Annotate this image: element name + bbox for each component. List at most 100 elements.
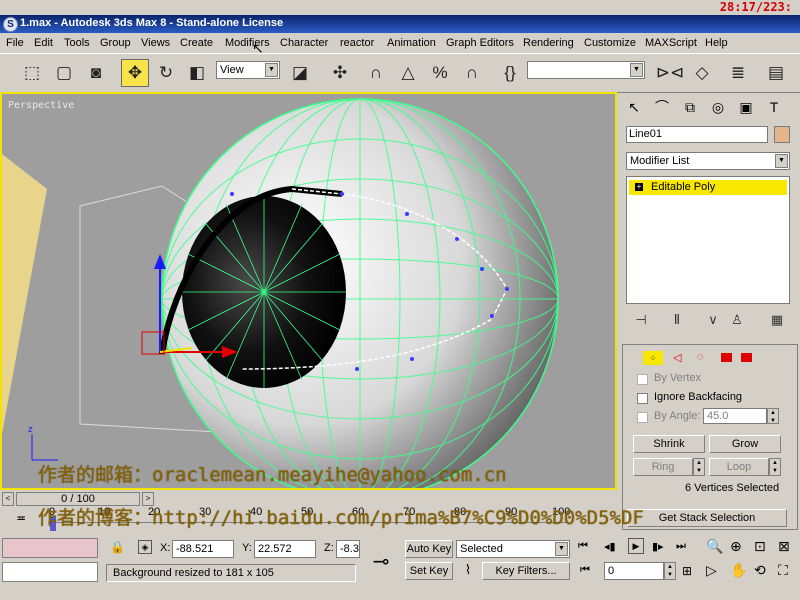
edge-mode-icon[interactable]: ◁ — [673, 351, 681, 364]
ring-button[interactable]: Ring — [633, 458, 693, 476]
app-icon[interactable]: S — [3, 17, 18, 32]
loop-spinner[interactable]: ▲ ▼ — [769, 458, 781, 476]
modify-tab-icon[interactable]: ⌒ — [650, 96, 674, 118]
select-region-icon[interactable]: ▢ — [50, 59, 78, 87]
ring-spinner[interactable]: ▲ ▼ — [693, 458, 705, 476]
hierarchy-tab-icon[interactable]: ⧉ — [678, 96, 702, 118]
menu-character[interactable]: Character — [280, 37, 328, 49]
angle-snap-icon[interactable]: △ — [394, 59, 422, 87]
edit-named-selection-icon[interactable]: {} — [496, 59, 524, 87]
maximize-viewport-icon[interactable]: ⛶ — [778, 562, 788, 579]
previous-frame-icon[interactable]: ◂▮ — [604, 540, 616, 553]
named-selection-set-dropdown[interactable]: ▼ — [527, 61, 645, 79]
go-to-start-icon[interactable]: ⏮ — [578, 540, 588, 553]
key-mode-toggle-icon[interactable]: ⏮ — [580, 564, 590, 577]
y-coord-field[interactable]: 22.572 — [254, 540, 316, 558]
go-to-end-icon[interactable]: ⏭ — [676, 540, 686, 553]
menu-customize[interactable]: Customize — [584, 37, 636, 49]
time-configuration-icon[interactable]: ⊞ — [682, 564, 692, 578]
ignore-backfacing-checkbox[interactable] — [637, 393, 648, 404]
object-name-field[interactable]: Line01 — [626, 126, 768, 143]
zoom-all-icon[interactable]: ⊕ — [730, 538, 742, 555]
motion-tab-icon[interactable]: ◎ — [706, 96, 730, 118]
select-scale-icon[interactable]: ◧ — [183, 59, 211, 87]
maxscript-input-mini[interactable] — [2, 562, 98, 582]
menu-animation[interactable]: Animation — [387, 37, 436, 49]
key-tangent-icon[interactable]: ⌇ — [458, 562, 478, 580]
configure-sets-icon[interactable]: ▦ — [766, 310, 788, 330]
menu-graph-editors[interactable]: Graph Editors — [446, 37, 514, 49]
expand-plus-icon[interactable]: + — [635, 183, 643, 191]
element-mode-icon[interactable] — [741, 353, 752, 362]
menu-help[interactable]: Help — [705, 37, 728, 49]
by-vertex-checkbox[interactable] — [637, 374, 648, 385]
prev-frame-icon[interactable]: < — [2, 492, 14, 506]
border-mode-icon[interactable]: ◌ — [697, 351, 704, 363]
current-frame-field[interactable]: 0 — [604, 562, 664, 580]
viewport-label[interactable]: Perspective — [8, 100, 74, 111]
menu-maxscript[interactable]: MAXScript — [645, 37, 697, 49]
menu-file[interactable]: File — [6, 37, 24, 49]
by-angle-input[interactable]: 45.0 — [703, 408, 767, 424]
vertex-mode-icon[interactable]: ⁘ — [643, 351, 663, 365]
select-rotate-icon[interactable]: ↻ — [152, 59, 180, 87]
pivot-center-icon[interactable]: ◪ — [286, 59, 314, 87]
field-of-view-icon[interactable]: ▷ — [706, 562, 717, 579]
display-tab-icon[interactable]: ▣ — [734, 96, 758, 118]
x-coord-field[interactable]: -88.521 — [172, 540, 234, 558]
current-frame-spinner[interactable]: ▲ ▼ — [664, 562, 676, 580]
select-object-icon[interactable]: ⬚ — [18, 59, 46, 87]
track-bar-filter-icon[interactable]: ≖ — [10, 511, 32, 527]
zoom-extents-all-icon[interactable]: ⊠ — [778, 538, 790, 555]
menu-reactor[interactable]: reactor — [340, 37, 374, 49]
align-icon[interactable]: ◇ — [688, 59, 716, 87]
manipulate-icon[interactable]: ✣ — [326, 59, 354, 87]
create-tab-icon[interactable]: ↖ — [622, 96, 646, 118]
object-color-swatch[interactable] — [774, 126, 790, 143]
show-end-result-icon[interactable]: Ⅱ — [666, 310, 688, 330]
zoom-extents-icon[interactable]: ⊡ — [754, 538, 766, 555]
reference-coordinate-dropdown[interactable]: View ▼ — [216, 61, 280, 79]
make-unique-icon[interactable]: ∨ — [702, 310, 724, 330]
menu-rendering[interactable]: Rendering — [523, 37, 574, 49]
get-stack-selection-button[interactable]: Get Stack Selection — [627, 509, 787, 527]
pan-icon[interactable]: ✋ — [730, 562, 747, 579]
utilities-tab-icon[interactable]: T — [762, 96, 786, 118]
pin-stack-icon[interactable]: ⊣ — [630, 310, 652, 330]
spinner-snap-icon[interactable]: ∩ — [458, 59, 486, 87]
menu-create[interactable]: Create — [180, 37, 213, 49]
key-filters-button[interactable]: Key Filters... — [482, 562, 570, 580]
window-crossing-icon[interactable]: ◙ — [82, 59, 110, 87]
stack-item-editable-poly[interactable]: + Editable Poly — [629, 180, 787, 195]
maxscript-listener-mini[interactable] — [2, 538, 98, 558]
key-mode-dropdown[interactable]: Selected ▼ — [456, 540, 570, 558]
absolute-mode-icon[interactable]: ◈ — [138, 540, 152, 554]
by-angle-checkbox[interactable] — [637, 412, 648, 423]
next-frame-icon[interactable]: ▮▸ — [652, 540, 664, 553]
menu-views[interactable]: Views — [141, 37, 170, 49]
play-icon[interactable]: ▶ — [628, 538, 644, 554]
remove-modifier-icon[interactable]: ♙ — [726, 310, 748, 330]
menu-tools[interactable]: Tools — [64, 37, 90, 49]
lock-selection-icon[interactable]: 🔒 — [110, 540, 125, 554]
modifier-list-dropdown[interactable]: Modifier List ▼ — [626, 152, 790, 170]
perspective-viewport[interactable]: z Perspective — [0, 92, 617, 490]
shrink-button[interactable]: Shrink — [633, 435, 705, 453]
layer-manager-icon[interactable]: ≣ — [724, 59, 752, 87]
curve-editor-icon[interactable]: ▤ — [762, 59, 790, 87]
loop-button[interactable]: Loop — [709, 458, 769, 476]
polygon-mode-icon[interactable] — [721, 353, 732, 362]
by-angle-spinner[interactable]: ▲ ▼ — [767, 408, 779, 424]
set-key-button[interactable]: Set Key — [405, 562, 453, 580]
zoom-icon[interactable]: 🔍 — [706, 538, 723, 555]
menu-group[interactable]: Group — [100, 37, 131, 49]
select-move-icon[interactable]: ✥ — [121, 59, 149, 87]
mirror-icon[interactable]: ⊳⊲ — [656, 59, 685, 87]
menu-edit[interactable]: Edit — [34, 37, 53, 49]
snap-toggle-icon[interactable]: ∩ — [362, 59, 390, 87]
arc-rotate-icon[interactable]: ⟲ — [754, 562, 766, 579]
auto-key-button[interactable]: Auto Key — [405, 540, 453, 558]
grow-button[interactable]: Grow — [709, 435, 781, 453]
set-key-icon[interactable]: ⊸ — [360, 542, 402, 582]
percent-snap-icon[interactable]: % — [426, 59, 454, 87]
